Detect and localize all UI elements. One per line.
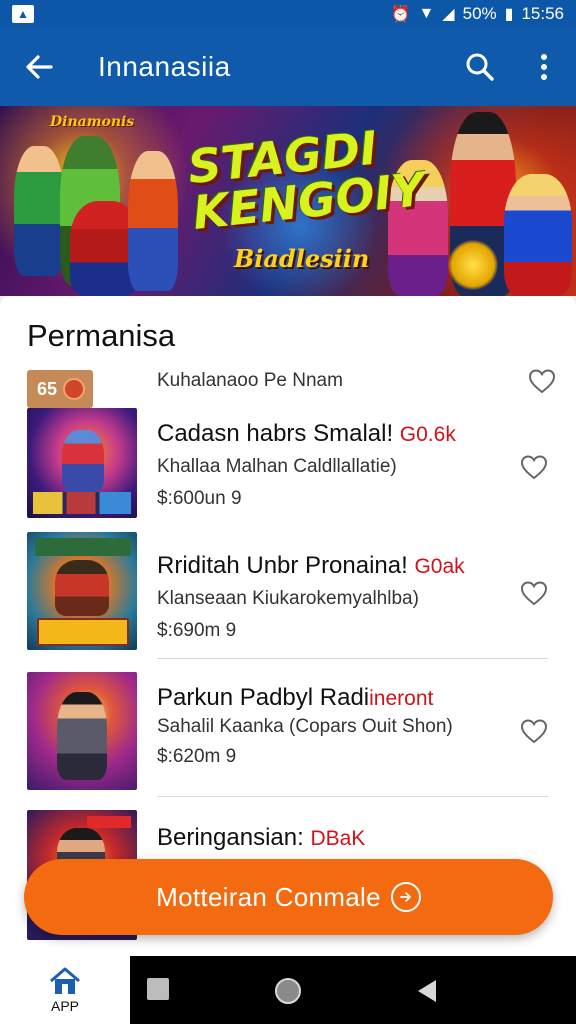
cta-label: Motteiran Conmale — [156, 881, 381, 912]
back-triangle-icon[interactable] — [414, 978, 440, 1004]
home-icon — [50, 967, 80, 994]
banner-mini-logo: Dinamonis — [50, 114, 135, 130]
more-vert-icon — [541, 54, 547, 80]
item-description: Sahalil Kaanka (Copars Ouit Shon) — [157, 716, 453, 737]
arrow-left-icon — [26, 55, 53, 79]
item-title: Beringansian: DBaK — [157, 824, 366, 851]
item-thumbnail — [27, 672, 137, 790]
battery-icon: ▮ — [504, 6, 514, 23]
item-thumbnail — [27, 532, 137, 650]
bottom-nav: APP — [0, 956, 576, 1024]
divider — [157, 658, 548, 659]
search-button[interactable] — [448, 28, 512, 106]
list-item[interactable]: 65 Kuhalanaoo Pe Nnam — [27, 369, 557, 410]
hero-figure — [14, 146, 64, 276]
item-thumbnail: 65 — [27, 370, 93, 408]
more-options-button[interactable] — [512, 28, 576, 106]
primary-cta-button[interactable]: Motteiran Conmale — [24, 859, 553, 935]
promo-banner[interactable]: Dinamonis STAGDI KENGOIY Biadlesiin — [0, 106, 576, 296]
hero-figure — [128, 151, 178, 291]
list-item[interactable]: Parkun Padbyl Radiineront Sahalil Kaanka… — [27, 672, 549, 790]
heart-icon[interactable] — [519, 716, 549, 746]
status-bar: ▲ ⏰ ▼ ◢ 50% ▮ 15:56 — [0, 0, 576, 28]
item-price: $:620m 9 — [157, 746, 237, 767]
banner-tagline: Biadlesiin — [234, 244, 370, 273]
battery-level: 50% — [462, 4, 497, 23]
wifi-icon: ▼ — [418, 5, 435, 22]
item-price: $:600un 9 — [157, 488, 242, 509]
page-title: Innanasiia — [98, 51, 231, 82]
list-item[interactable]: Cadasn habrs Smalal! G0.6k Khallaa Malha… — [27, 408, 549, 520]
item-description: Khallaa Malhan Caldllallatie) — [157, 456, 397, 477]
item-title: Rriditah Unbr Pronaina! G0ak — [157, 552, 465, 579]
divider — [157, 796, 548, 797]
banner-logo: STAGDI KENGOIY — [185, 120, 428, 240]
alarm-icon: ⏰ — [390, 6, 411, 23]
signal-icon: ◢ — [442, 6, 455, 23]
back-button[interactable] — [0, 28, 78, 106]
recents-icon[interactable] — [146, 976, 170, 1002]
item-title: Parkun Padbyl Radiineront — [157, 684, 434, 711]
item-thumbnail — [27, 408, 137, 518]
app-bar: Innanasiia — [0, 28, 576, 106]
item-title: Cadasn habrs Smalal! G0.6k — [157, 420, 456, 447]
item-description: Klanseaan Kiukarokemyalhlba) — [157, 588, 419, 609]
search-icon — [466, 53, 494, 81]
heart-icon[interactable] — [519, 578, 549, 608]
item-subtitle: Kuhalanaoo Pe Nnam — [157, 370, 343, 391]
item-price: $:690m 9 — [157, 620, 237, 641]
status-icons: ⏰ ▼ ◢ 50% ▮ 15:56 — [391, 4, 564, 24]
hero-figure — [504, 174, 572, 296]
clock: 15:56 — [521, 4, 564, 23]
section-title: Permanisa — [27, 318, 176, 353]
heart-icon[interactable] — [519, 452, 549, 482]
list-item[interactable]: Rriditah Unbr Pronaina! G0ak Klanseaan K… — [27, 532, 549, 654]
heart-icon[interactable] — [527, 366, 557, 396]
nav-home-tab[interactable]: APP — [0, 956, 130, 1024]
home-circle-icon[interactable] — [274, 977, 302, 1005]
notification-icon: ▲ — [12, 5, 34, 23]
content-sheet: Permanisa 65 Kuhalanaoo Pe Nnam Cadasn h… — [0, 296, 576, 956]
arrow-right-circle-icon — [390, 882, 421, 912]
home-label: APP — [50, 998, 79, 1014]
